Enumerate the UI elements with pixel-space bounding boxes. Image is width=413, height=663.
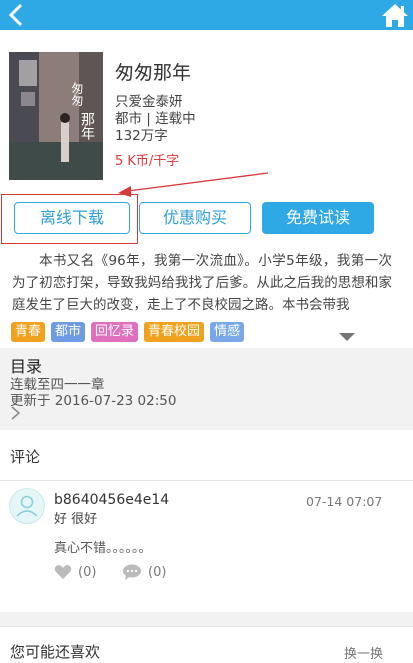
- chevron-left-icon: [8, 3, 23, 27]
- discount-buy-button[interactable]: 优惠购买: [139, 202, 251, 234]
- free-read-button[interactable]: 免费试读: [262, 202, 374, 234]
- book-word-count: 132万字: [115, 128, 168, 144]
- tag-item[interactable]: 回忆录: [91, 322, 139, 342]
- tag-list: 青春 都市 回忆录 青春校园 情感: [11, 322, 245, 342]
- toc-updated: 更新于 2016-07-23 02:50: [10, 393, 177, 409]
- triangle-down-icon: [339, 333, 355, 341]
- book-price: 5 K币/千字: [115, 154, 180, 169]
- heart-icon: [54, 565, 72, 579]
- refresh-button[interactable]: 换一换: [344, 643, 383, 662]
- home-button[interactable]: [381, 2, 409, 28]
- divider: [0, 480, 413, 481]
- top-bar: [0, 0, 413, 30]
- book-title: 匆匆那年: [115, 62, 192, 84]
- book-description-text: 本书又名《96年，我第一次流血》。小学5年级，我第一次为了初恋打架，导致我妈给我…: [12, 253, 392, 313]
- tag-item[interactable]: 青春校园: [144, 322, 205, 342]
- comments-header: 评论: [10, 448, 41, 466]
- comment-text: 真心不错。。。。。。: [54, 541, 152, 556]
- tag-item[interactable]: 青春: [11, 322, 46, 342]
- table-of-contents[interactable]: 目录 连载至四一一章 更新于 2016-07-23 02:50: [0, 350, 413, 424]
- book-description[interactable]: 本书又名《96年，我第一次流血》。小学5年级，我第一次为了初恋打架，导致我妈给我…: [12, 250, 392, 316]
- like-button[interactable]: (0): [54, 564, 96, 580]
- reply-button[interactable]: (0): [122, 564, 166, 580]
- comment-subtitle: 好 很好: [54, 512, 98, 527]
- back-button[interactable]: [4, 2, 30, 28]
- expand-button[interactable]: [338, 328, 356, 341]
- book-cover[interactable]: 匆匆 那年: [9, 52, 103, 180]
- like-count: (0): [78, 564, 97, 580]
- home-icon: [382, 4, 408, 27]
- comment-time: 07-14 07:07: [306, 494, 383, 509]
- comments-section: 评论 b8640456e4e14 07-14 07:07 好 很好 真心不错。。…: [0, 430, 413, 612]
- book-cover-image: 匆匆 那年: [9, 52, 103, 180]
- tag-item[interactable]: 都市: [51, 322, 86, 342]
- speech-bubble-icon: [123, 564, 141, 580]
- user-icon: [16, 495, 38, 517]
- highlight-box: [1, 194, 138, 244]
- reply-count: (0): [148, 564, 167, 580]
- recommendations-section: 您可能还喜欢 换一换: [0, 626, 413, 663]
- svg-text:匆匆: 匆匆: [70, 82, 84, 106]
- comment-username[interactable]: b8640456e4e14: [54, 492, 169, 508]
- svg-text:那年: 那年: [79, 112, 95, 140]
- recommendations-title: 您可能还喜欢: [10, 643, 101, 661]
- chevron-right-icon: [11, 406, 21, 420]
- avatar[interactable]: [9, 488, 45, 524]
- tag-item[interactable]: 情感: [210, 322, 245, 342]
